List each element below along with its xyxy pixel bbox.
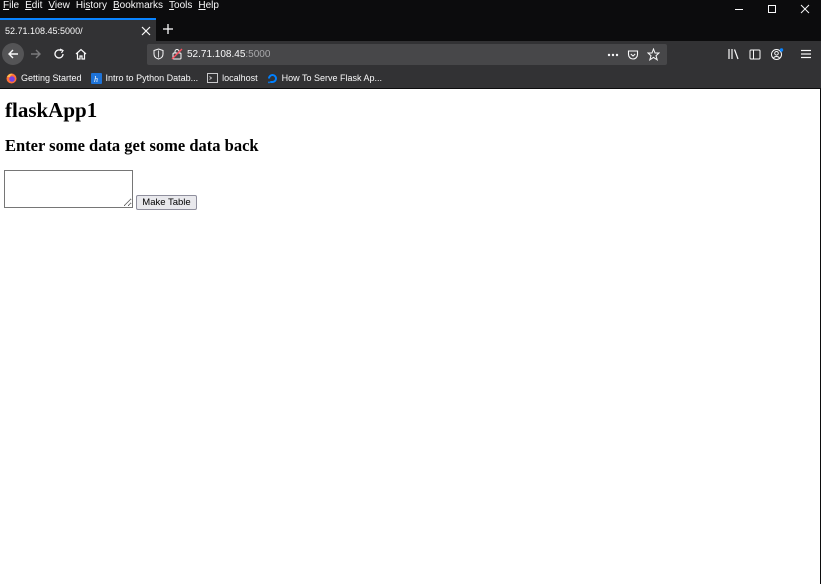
bookmark-label: localhost	[222, 73, 258, 83]
bookmarks-toolbar: Getting Started h Intro to Python Datab.…	[0, 68, 821, 88]
page-actions-button[interactable]	[603, 44, 623, 65]
make-table-button[interactable]: Make Table	[136, 195, 197, 210]
tab-title: 52.71.108.45:5000/	[5, 25, 83, 36]
bookmark-getting-started[interactable]: Getting Started	[6, 73, 82, 84]
bookmark-label: Intro to Python Datab...	[105, 73, 199, 83]
tab-strip: 52.71.108.45:5000/	[0, 17, 821, 41]
page-subtitle: Enter some data get some data back	[5, 136, 259, 155]
close-icon	[800, 4, 809, 13]
shield-icon[interactable]	[153, 48, 164, 63]
bookmark-label: Getting Started	[21, 73, 82, 83]
hamburger-menu-icon	[801, 49, 811, 59]
pocket-button[interactable]	[623, 44, 643, 65]
arrow-left-icon	[8, 49, 18, 59]
close-icon	[141, 26, 151, 35]
url-host: 52.71.108.45	[187, 49, 246, 60]
home-button[interactable]	[70, 43, 92, 65]
menu-bookmarks[interactable]: Bookmarks	[110, 0, 166, 17]
library-button[interactable]	[722, 43, 744, 65]
nav-toolbar: 52.71.108.45:5000	[0, 41, 821, 68]
bookmark-localhost[interactable]: localhost	[207, 73, 258, 84]
reload-button[interactable]	[48, 43, 70, 65]
menu-view[interactable]: View	[45, 0, 73, 17]
maximize-icon	[767, 4, 776, 13]
data-textarea[interactable]	[4, 170, 133, 208]
reload-icon	[54, 48, 64, 59]
account-icon	[771, 47, 784, 60]
h-icon: h	[90, 72, 102, 84]
bookmark-star-button[interactable]	[643, 44, 663, 65]
close-window-button[interactable]	[788, 0, 821, 17]
bookmark-label: How To Serve Flask Ap...	[281, 73, 383, 83]
minimize-icon	[734, 8, 743, 10]
sidebar-icon	[749, 49, 761, 59]
pocket-icon	[627, 49, 639, 60]
app-menu-button[interactable]	[795, 43, 817, 65]
menu-tools[interactable]: Tools	[166, 0, 195, 17]
account-button[interactable]	[766, 43, 788, 65]
back-button[interactable]	[2, 43, 24, 65]
menu-file[interactable]: File	[0, 0, 22, 17]
page-title: flaskApp1	[5, 98, 98, 122]
library-icon	[727, 49, 739, 60]
svg-text:h: h	[94, 75, 98, 84]
url-port: :5000	[245, 49, 271, 60]
menu-help[interactable]: Help	[195, 0, 222, 17]
forward-button[interactable]	[25, 43, 47, 65]
bookmark-intro-python[interactable]: h Intro to Python Datab...	[90, 72, 199, 84]
menu-edit[interactable]: Edit	[22, 0, 45, 17]
star-icon	[646, 48, 660, 61]
home-icon	[75, 48, 87, 60]
menu-bar: File Edit View History Bookmarks Tools H…	[0, 0, 821, 17]
maximize-button[interactable]	[755, 0, 788, 17]
menu-history[interactable]: History	[73, 0, 110, 17]
plus-icon	[163, 24, 173, 34]
url-bar[interactable]: 52.71.108.45:5000	[147, 44, 667, 65]
digitalocean-icon	[267, 73, 278, 84]
sidebar-button[interactable]	[744, 43, 766, 65]
new-tab-button[interactable]	[158, 19, 178, 39]
bookmark-flask-serve[interactable]: How To Serve Flask Ap...	[267, 73, 382, 84]
arrow-right-icon	[31, 49, 41, 59]
minimize-button[interactable]	[722, 0, 755, 17]
insecure-lock-icon[interactable]	[171, 48, 183, 63]
ellipsis-icon	[607, 53, 619, 56]
firefox-icon	[6, 73, 17, 84]
page-content: flaskApp1 Enter some data get some data …	[0, 89, 821, 584]
tab-active[interactable]: 52.71.108.45:5000/	[0, 18, 156, 41]
terminal-icon	[207, 73, 219, 84]
tab-close-button[interactable]	[136, 21, 156, 41]
